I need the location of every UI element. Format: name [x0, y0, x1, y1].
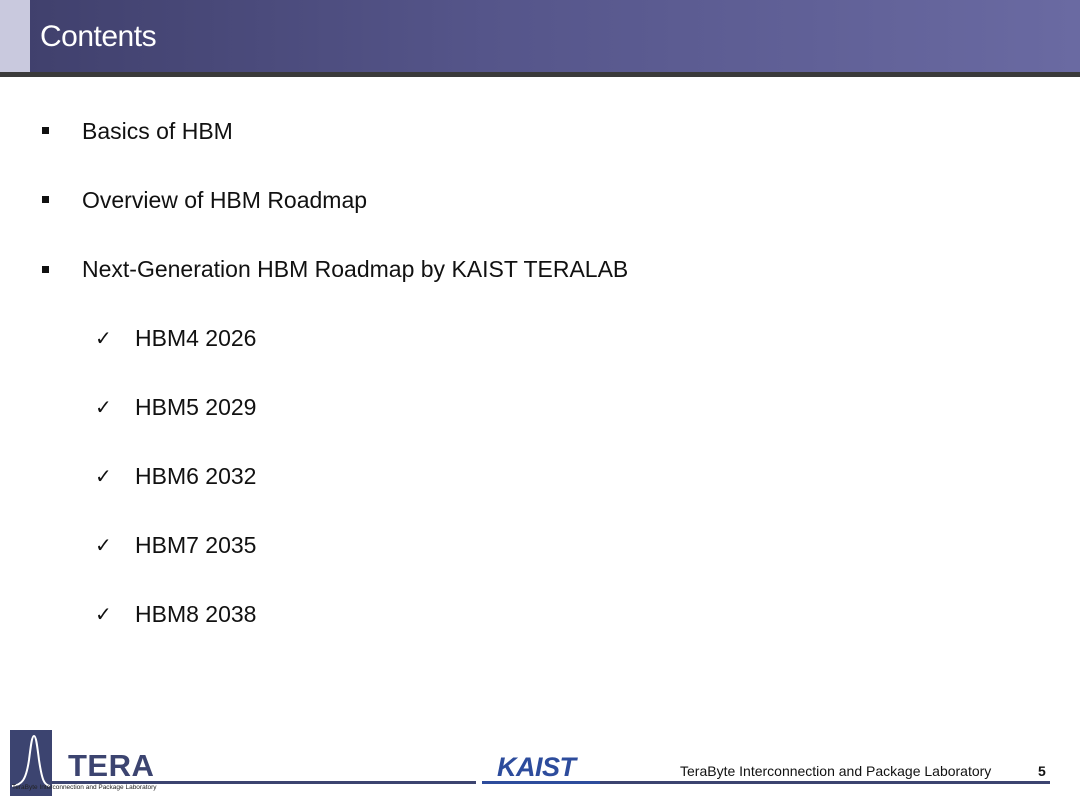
contents-item: Overview of HBM Roadmap: [82, 187, 368, 213]
footer-lab-name: TeraByte Interconnection and Package Lab…: [680, 763, 992, 779]
kaist-logo-underline: [482, 781, 602, 784]
contents-subitem: HBM7 2035: [135, 532, 257, 558]
check-icon: ✓: [95, 602, 112, 626]
title-divider: [0, 72, 1080, 77]
bullet-square-icon: [42, 127, 49, 134]
bullet-square-icon: [42, 196, 49, 203]
tera-logo-text: TERA: [68, 748, 155, 783]
title-bar-accent: [0, 0, 30, 72]
contents-subitem: HBM6 2032: [135, 463, 257, 489]
kaist-logo: KAIST: [497, 752, 576, 782]
slide-title: Contents: [40, 20, 157, 53]
check-icon: ✓: [95, 326, 112, 350]
footer-divider: [600, 781, 1050, 784]
contents-subitem: HBM4 2026: [135, 325, 257, 351]
bullet-square-icon: [42, 266, 49, 273]
tera-logo-subtitle: TeraByte Interconnection and Package Lab…: [12, 784, 157, 791]
check-icon: ✓: [95, 464, 112, 488]
contents-subitem: HBM5 2029: [135, 394, 257, 420]
contents-item: Basics of HBM: [82, 118, 233, 144]
contents-subitem: HBM8 2038: [135, 601, 257, 627]
contents-item: Next-Generation HBM Roadmap by KAIST TER…: [82, 256, 629, 282]
title-bar: [0, 0, 1080, 72]
footer-divider: [52, 781, 476, 784]
check-icon: ✓: [95, 395, 112, 419]
check-icon: ✓: [95, 533, 112, 557]
page-number: 5: [1038, 763, 1046, 779]
